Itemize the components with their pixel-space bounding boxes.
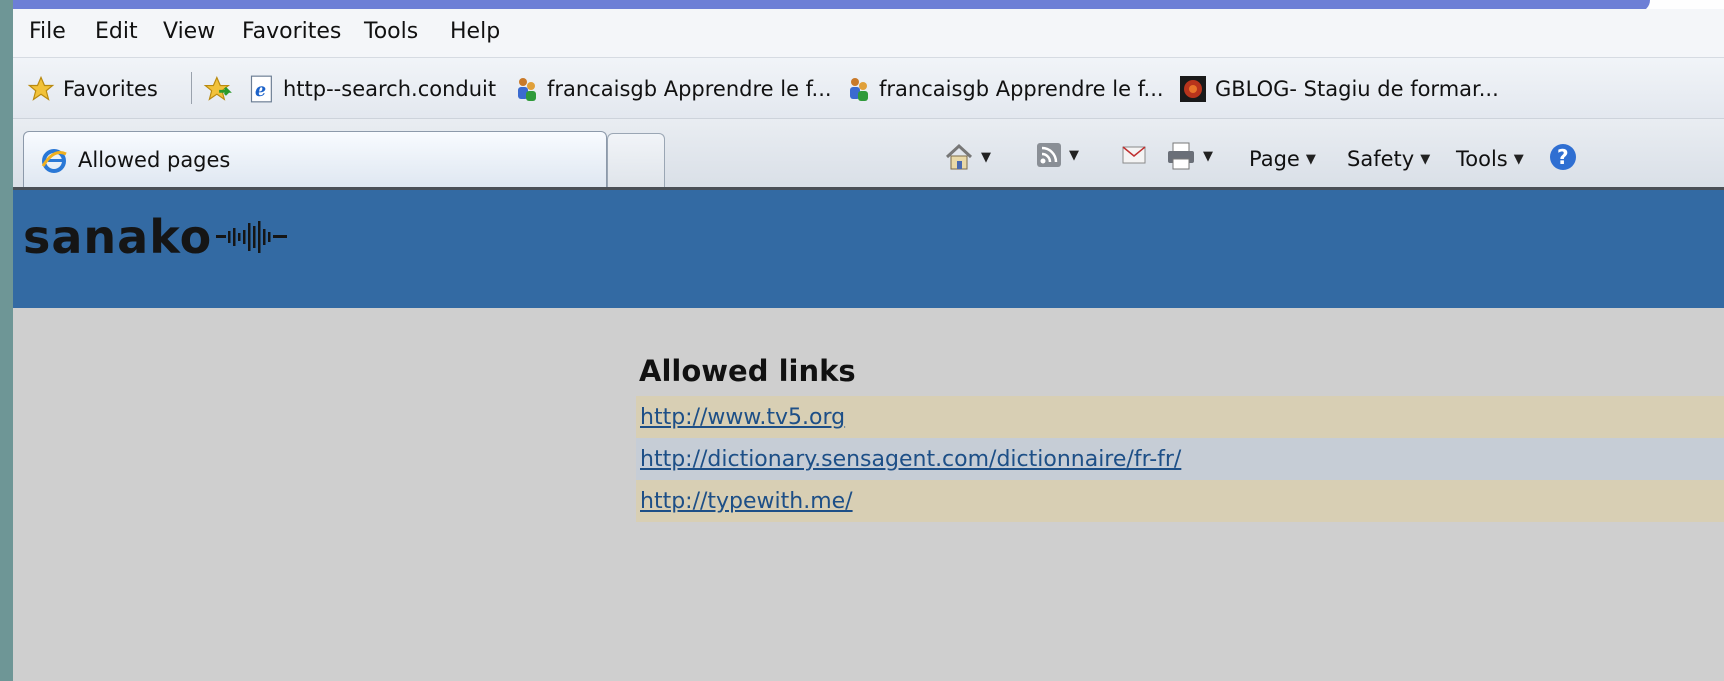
browser-window: File Edit View Favorites Tools Help Favo… — [13, 9, 1724, 681]
favorite-link-francaisgb-1[interactable]: francaisgb Apprendre le f... — [515, 75, 832, 103]
favorites-label: Favorites — [63, 77, 158, 101]
favorites-star-icon — [27, 75, 55, 101]
printer-icon — [1168, 142, 1194, 170]
menu-file[interactable]: File — [29, 19, 66, 44]
page-title: Allowed links — [639, 354, 856, 388]
ie-logo-icon — [41, 148, 67, 173]
tools-menu-label: Tools — [1456, 147, 1508, 171]
favorite-link-label: GBLOG- Stagiu de formar... — [1215, 77, 1499, 101]
favorite-link-conduit[interactable]: e http--search.conduit — [249, 75, 496, 103]
read-mail-button[interactable] — [1121, 143, 1147, 167]
soundwave-icon — [216, 221, 288, 253]
favorite-link-label: francaisgb Apprendre le f... — [879, 77, 1164, 101]
svg-text:?: ? — [1557, 145, 1569, 169]
safety-menu-button[interactable]: Safety ▼ — [1347, 147, 1430, 171]
page-menu-button[interactable]: Page ▼ — [1249, 147, 1316, 171]
tab-bar: Allowed pages ▼ ▼ ▼ Page ▼ Safety ▼ Tool… — [13, 119, 1724, 189]
tab-allowed-pages[interactable]: Allowed pages — [23, 131, 607, 187]
ie-page-icon: e — [250, 75, 272, 103]
new-tab-button[interactable] — [607, 133, 665, 188]
menu-view[interactable]: View — [163, 19, 215, 44]
chevron-down-icon[interactable]: ▼ — [1069, 148, 1079, 163]
menu-edit[interactable]: Edit — [95, 19, 138, 44]
window-left-border — [0, 0, 13, 681]
allowed-link-typewith[interactable]: http://typewith.me/ — [640, 489, 853, 514]
feeds-button[interactable]: ▼ — [1035, 141, 1079, 169]
favorites-separator — [191, 72, 192, 104]
site-header: sanako — [13, 190, 1724, 308]
sanako-logo: sanako — [23, 214, 294, 260]
help-button[interactable]: ? — [1547, 141, 1579, 173]
favorites-button[interactable]: Favorites — [27, 75, 158, 103]
allowed-link-tv5[interactable]: http://www.tv5.org — [640, 405, 845, 430]
people-icon — [518, 78, 536, 101]
list-item: http://www.tv5.org — [636, 396, 1724, 438]
menu-help[interactable]: Help — [450, 19, 500, 44]
mail-icon — [1122, 146, 1146, 164]
favorite-link-label: francaisgb Apprendre le f... — [547, 77, 832, 101]
logo-text: sanako — [23, 210, 213, 264]
add-favorite-star-icon — [203, 75, 232, 101]
help-icon: ? — [1550, 144, 1576, 170]
page-content: Allowed links http://www.tv5.org http://… — [13, 308, 1724, 681]
gblog-site-icon — [1180, 76, 1206, 102]
menu-bar: File Edit View Favorites Tools Help — [13, 9, 1724, 58]
svg-text:e: e — [255, 81, 266, 101]
tools-menu-button[interactable]: Tools ▼ — [1456, 147, 1524, 171]
print-button[interactable]: ▼ — [1165, 141, 1213, 171]
home-icon — [945, 143, 973, 170]
chevron-down-icon: ▼ — [1305, 151, 1316, 167]
safety-menu-label: Safety — [1347, 147, 1415, 171]
favorites-bar: Favorites e http--search.conduit francai… — [13, 58, 1724, 119]
list-item: http://typewith.me/ — [636, 480, 1724, 522]
page-menu-label: Page — [1249, 147, 1300, 171]
menu-favorites[interactable]: Favorites — [242, 19, 341, 44]
chevron-down-icon[interactable]: ▼ — [981, 150, 991, 165]
rss-feed-icon — [1037, 143, 1061, 167]
favorite-link-francaisgb-2[interactable]: francaisgb Apprendre le f... — [847, 75, 1164, 103]
list-item: http://dictionary.sensagent.com/dictionn… — [636, 438, 1724, 480]
tab-title: Allowed pages — [78, 147, 231, 172]
favorite-link-gblog[interactable]: GBLOG- Stagiu de formar... — [1179, 75, 1499, 103]
allowed-link-sensagent[interactable]: http://dictionary.sensagent.com/dictionn… — [640, 447, 1181, 472]
chevron-down-icon: ▼ — [1420, 151, 1431, 167]
chevron-down-icon: ▼ — [1513, 151, 1524, 167]
add-to-favorites-bar-button[interactable] — [203, 75, 233, 103]
favorite-link-label: http--search.conduit — [283, 77, 497, 101]
people-icon — [850, 78, 868, 101]
home-button[interactable]: ▼ — [943, 141, 991, 173]
menu-tools[interactable]: Tools — [364, 19, 418, 44]
chevron-down-icon[interactable]: ▼ — [1203, 149, 1213, 164]
